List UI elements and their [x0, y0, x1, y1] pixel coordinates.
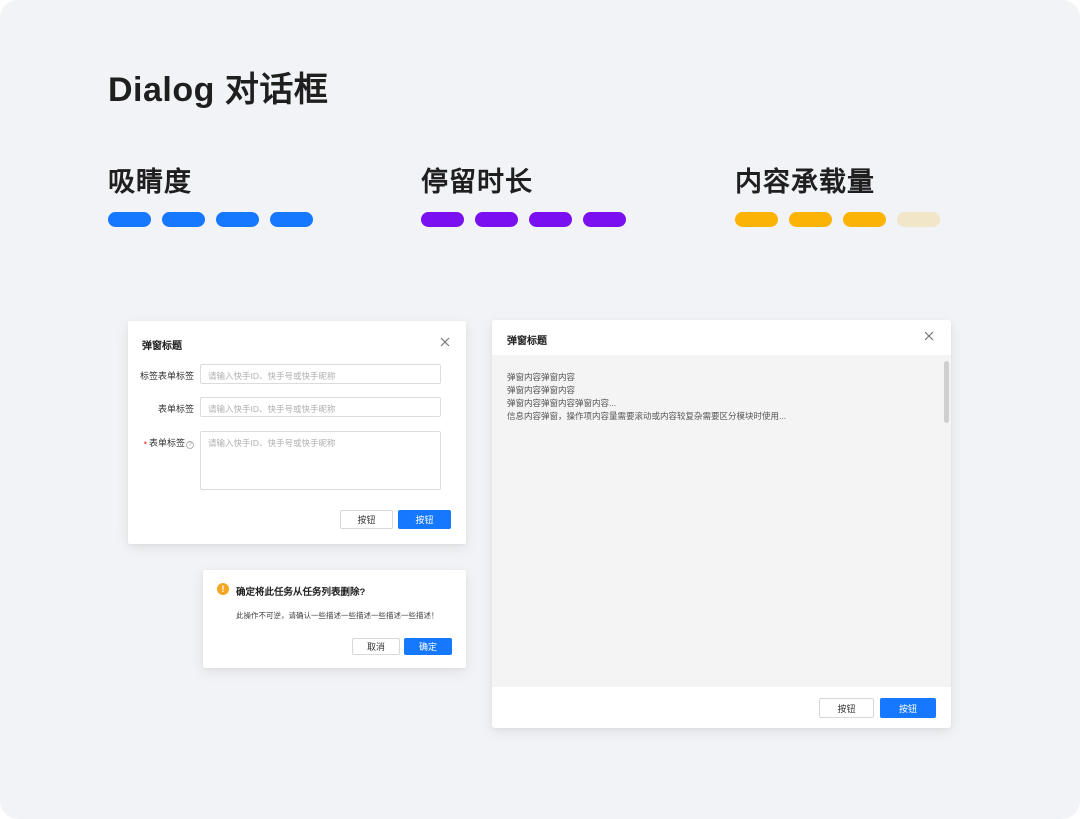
form-row: 标签表单标签 请输入快手ID、快手号或快手昵称	[128, 364, 466, 384]
level-pill	[735, 212, 778, 227]
dialog-body[interactable]: 弹窗内容弹窗内容 弹窗内容弹窗内容 弹窗内容弹窗内容弹窗内容... 信息内容弹窗…	[492, 355, 951, 687]
field-label: 表单标签	[148, 438, 185, 448]
required-mark: •	[143, 438, 147, 448]
metric-label: 吸睛度	[108, 167, 192, 197]
level-pill	[108, 212, 151, 227]
dialog-title: 弹窗标题	[507, 336, 547, 347]
metric-level-bars	[108, 212, 313, 227]
field-label: 标签表单标签	[139, 371, 194, 381]
body-text-line: 弹窗内容弹窗内容	[507, 385, 576, 395]
level-pill	[529, 212, 572, 227]
level-pill	[216, 212, 259, 227]
form-row: 表单标签 请输入快手ID、快手号或快手昵称	[128, 397, 466, 417]
field-label: 表单标签	[157, 404, 194, 414]
dialog-footer: 按钮 按钮	[492, 687, 951, 728]
level-pill	[475, 212, 518, 227]
metric-label: 停留时长	[421, 167, 533, 197]
scrollbar-thumb[interactable]	[944, 361, 949, 423]
confirm-description: 此操作不可逆，请确认一些描述一些描述一些描述一些描述！	[236, 611, 439, 620]
level-pill	[897, 212, 940, 227]
confirm-button[interactable]: 确定	[404, 638, 452, 655]
close-icon[interactable]	[922, 329, 936, 343]
level-pill	[583, 212, 626, 227]
body-text-line: 信息内容弹窗，操作项内容量需要滚动或内容较复杂需要区分模块时使用...	[507, 411, 787, 421]
cancel-button[interactable]: 取消	[352, 638, 400, 655]
level-pill	[843, 212, 886, 227]
level-pill	[270, 212, 313, 227]
help-icon[interactable]: ?	[186, 441, 194, 449]
primary-button[interactable]: 按钮	[880, 698, 936, 718]
field-label-wrapper: • 表单标签?	[144, 436, 194, 449]
metric-label: 内容承载量	[735, 167, 875, 197]
level-pill	[421, 212, 464, 227]
text-input[interactable]: 请输入快手ID、快手号或快手昵称	[200, 397, 441, 417]
metric-attention: 吸睛度	[108, 160, 313, 227]
metric-level-bars	[735, 212, 940, 227]
body-text-line: 弹窗内容弹窗内容弹窗内容...	[507, 398, 617, 408]
scroll-dialog: 弹窗标题 弹窗内容弹窗内容 弹窗内容弹窗内容 弹窗内容弹窗内容弹窗内容... 信…	[492, 320, 951, 728]
warning-icon: !	[217, 583, 229, 595]
form-row: • 表单标签? 请输入快手ID、快手号或快手昵称	[128, 431, 466, 490]
secondary-button[interactable]: 按钮	[819, 698, 874, 718]
text-input[interactable]: 请输入快手ID、快手号或快手昵称	[200, 364, 441, 384]
metric-content-capacity: 内容承载量	[735, 160, 940, 227]
primary-button[interactable]: 按钮	[398, 510, 451, 529]
spec-canvas: Dialog 对话框 吸睛度 停留时长 内容承载量 弹窗标题 标签表单标签 请输…	[0, 0, 1080, 819]
body-text-line: 弹窗内容弹窗内容	[507, 372, 576, 382]
confirm-dialog: ! 确定将此任务从任务列表删除? 此操作不可逆，请确认一些描述一些描述一些描述一…	[203, 570, 466, 668]
metric-level-bars	[421, 212, 626, 227]
page-title: Dialog 对话框	[108, 71, 329, 109]
level-pill	[162, 212, 205, 227]
textarea-input[interactable]: 请输入快手ID、快手号或快手昵称	[200, 431, 441, 490]
confirm-title: 确定将此任务从任务列表删除?	[236, 587, 366, 598]
level-pill	[789, 212, 832, 227]
form-dialog: 弹窗标题 标签表单标签 请输入快手ID、快手号或快手昵称 表单标签 请输入快手I…	[128, 321, 466, 544]
secondary-button[interactable]: 按钮	[340, 510, 393, 529]
close-icon[interactable]	[438, 335, 452, 349]
metric-dwell-time: 停留时长	[421, 160, 626, 227]
dialog-header: 弹窗标题	[492, 320, 951, 355]
dialog-title: 弹窗标题	[142, 341, 182, 352]
